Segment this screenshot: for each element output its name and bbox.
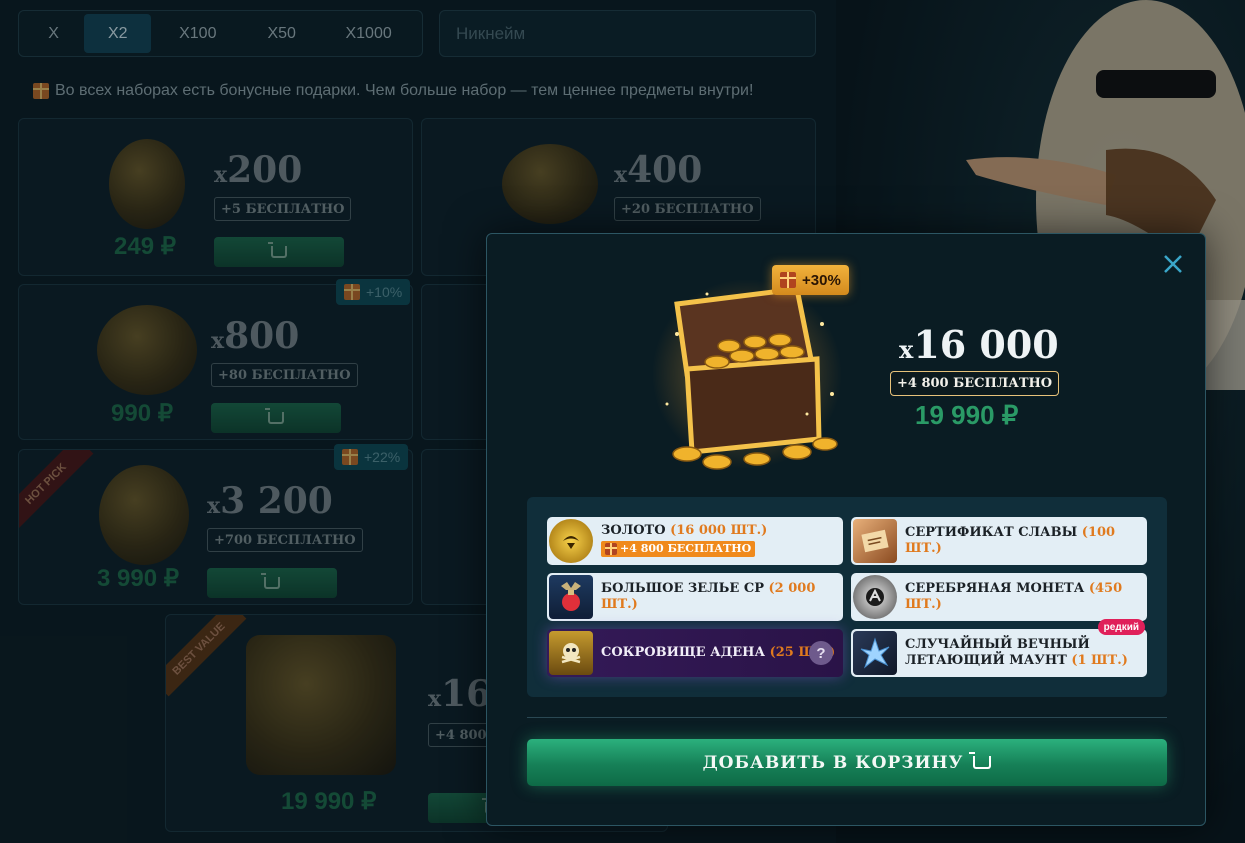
reward-item-silver-coin: СЕРЕБРЯНАЯ МОНЕТА (450 ШТ.) [851,573,1147,621]
reward-name: СЛУЧАЙНЫЙ ВЕЧНЫЙ ЛЕТАЮЩИЙ МАУНТ [905,637,1090,668]
reward-name: ЗОЛОТО [601,522,666,538]
bonus-percent-badge: +30% [772,265,849,295]
gold-coin-icon [549,519,593,563]
reward-name: СОКРОВИЩЕ АДЕНА [601,645,766,660]
reward-name: СЕРТИФИКАТ СЛАВЫ [905,525,1078,540]
rare-badge: редкий [1097,619,1145,635]
treasure-icon [549,631,593,675]
gift-icon [605,542,617,555]
reward-bonus: +4 800 БЕСПЛАТНО [601,540,756,557]
mount-crystal-icon [853,631,897,675]
modal-free-bonus: +4 800 БЕСПЛАТНО [890,371,1060,396]
reward-item-gold: ЗОЛОТО (16 000 ШТ.) +4 800 БЕСПЛАТНО [547,517,843,565]
gift-icon [780,272,796,288]
close-button[interactable] [1161,252,1185,276]
reward-name: БОЛЬШОЕ ЗЕЛЬЕ СР [601,581,764,596]
close-icon [1164,255,1182,273]
divider [527,717,1167,718]
rewards-panel: ЗОЛОТО (16 000 ШТ.) +4 800 БЕСПЛАТНО СЕР… [527,497,1167,697]
silver-coin-icon [853,575,897,619]
reward-name: СЕРЕБРЯНАЯ МОНЕТА [905,581,1085,596]
treasure-chest-icon [652,279,842,470]
cart-icon [969,752,992,769]
reward-item-certificate: СЕРТИФИКАТ СЛАВЫ (100 ШТ.) [851,517,1147,565]
reward-item-potion: БОЛЬШОЕ ЗЕЛЬЕ СР (2 000 ШТ.) [547,573,843,621]
add-to-cart-button[interactable]: ДОБАВИТЬ В КОРЗИНУ [527,739,1167,786]
modal-price: 19 990 ₽ [915,400,1019,430]
help-button[interactable]: ? [809,641,833,665]
reward-item-mount: СЛУЧАЙНЫЙ ВЕЧНЫЙ ЛЕТАЮЩИЙ МАУНТ (1 ШТ.) … [851,619,1147,677]
reward-item-treasure: СОКРОВИЩЕ АДЕНА (25 ШТ.) ? [547,629,843,677]
add-to-cart-label: ДОБАВИТЬ В КОРЗИНУ [702,752,964,773]
certificate-icon [853,519,897,563]
reward-amount: (1 ШТ.) [1071,653,1128,668]
modal-quantity: x16 000 [899,322,1059,367]
reward-amount: (16 000 ШТ.) [670,522,768,538]
pack-details-modal: +30% x16 000 +4 800 БЕСПЛАТНО 19 990 ₽ З… [486,233,1206,826]
potion-icon [549,575,593,619]
